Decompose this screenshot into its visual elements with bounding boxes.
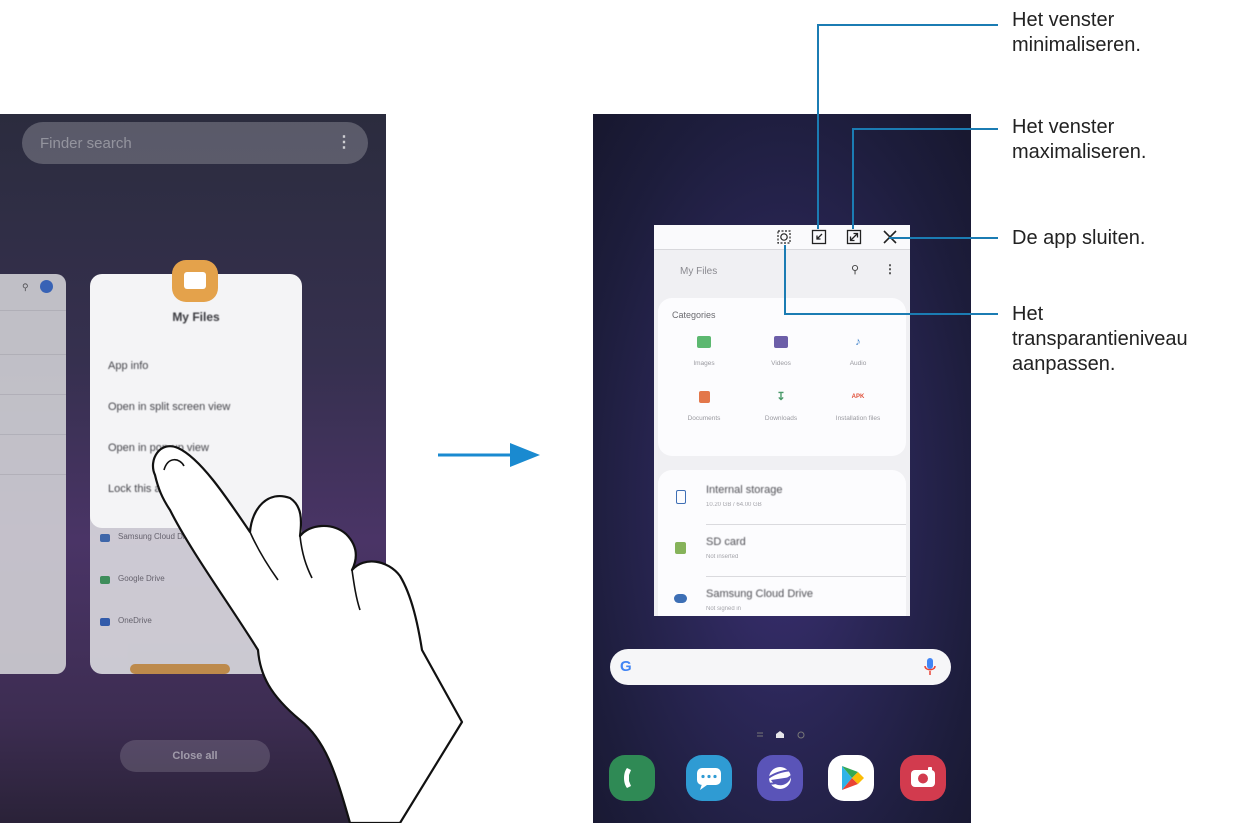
callout-minimize-line2: minimaliseren. [1012, 34, 1141, 56]
callout-maximize-line2: maximaliseren. [1012, 141, 1147, 163]
callout-transparency-line3: aanpassen. [1012, 353, 1116, 375]
callout-maximize: Het venster maximaliseren. [1012, 115, 1146, 165]
callout-transparency: Het transparantieniveau aanpassen. [1012, 302, 1188, 377]
callout-line-transparency [784, 245, 998, 315]
callout-maximize-line1: Het venster [1012, 116, 1115, 138]
callout-minimize-line1: Het venster [1012, 9, 1115, 31]
callout-close: De app sluiten. [1012, 226, 1145, 251]
callout-transparency-line2: transparantieniveau [1012, 328, 1188, 350]
callout-minimize: Het venster minimaliseren. [1012, 8, 1141, 58]
callout-close-line1: De app sluiten. [1012, 227, 1146, 249]
callout-line-maximize [852, 128, 998, 229]
callout-line-minimize [817, 24, 998, 229]
callout-transparency-line1: Het [1012, 303, 1044, 325]
